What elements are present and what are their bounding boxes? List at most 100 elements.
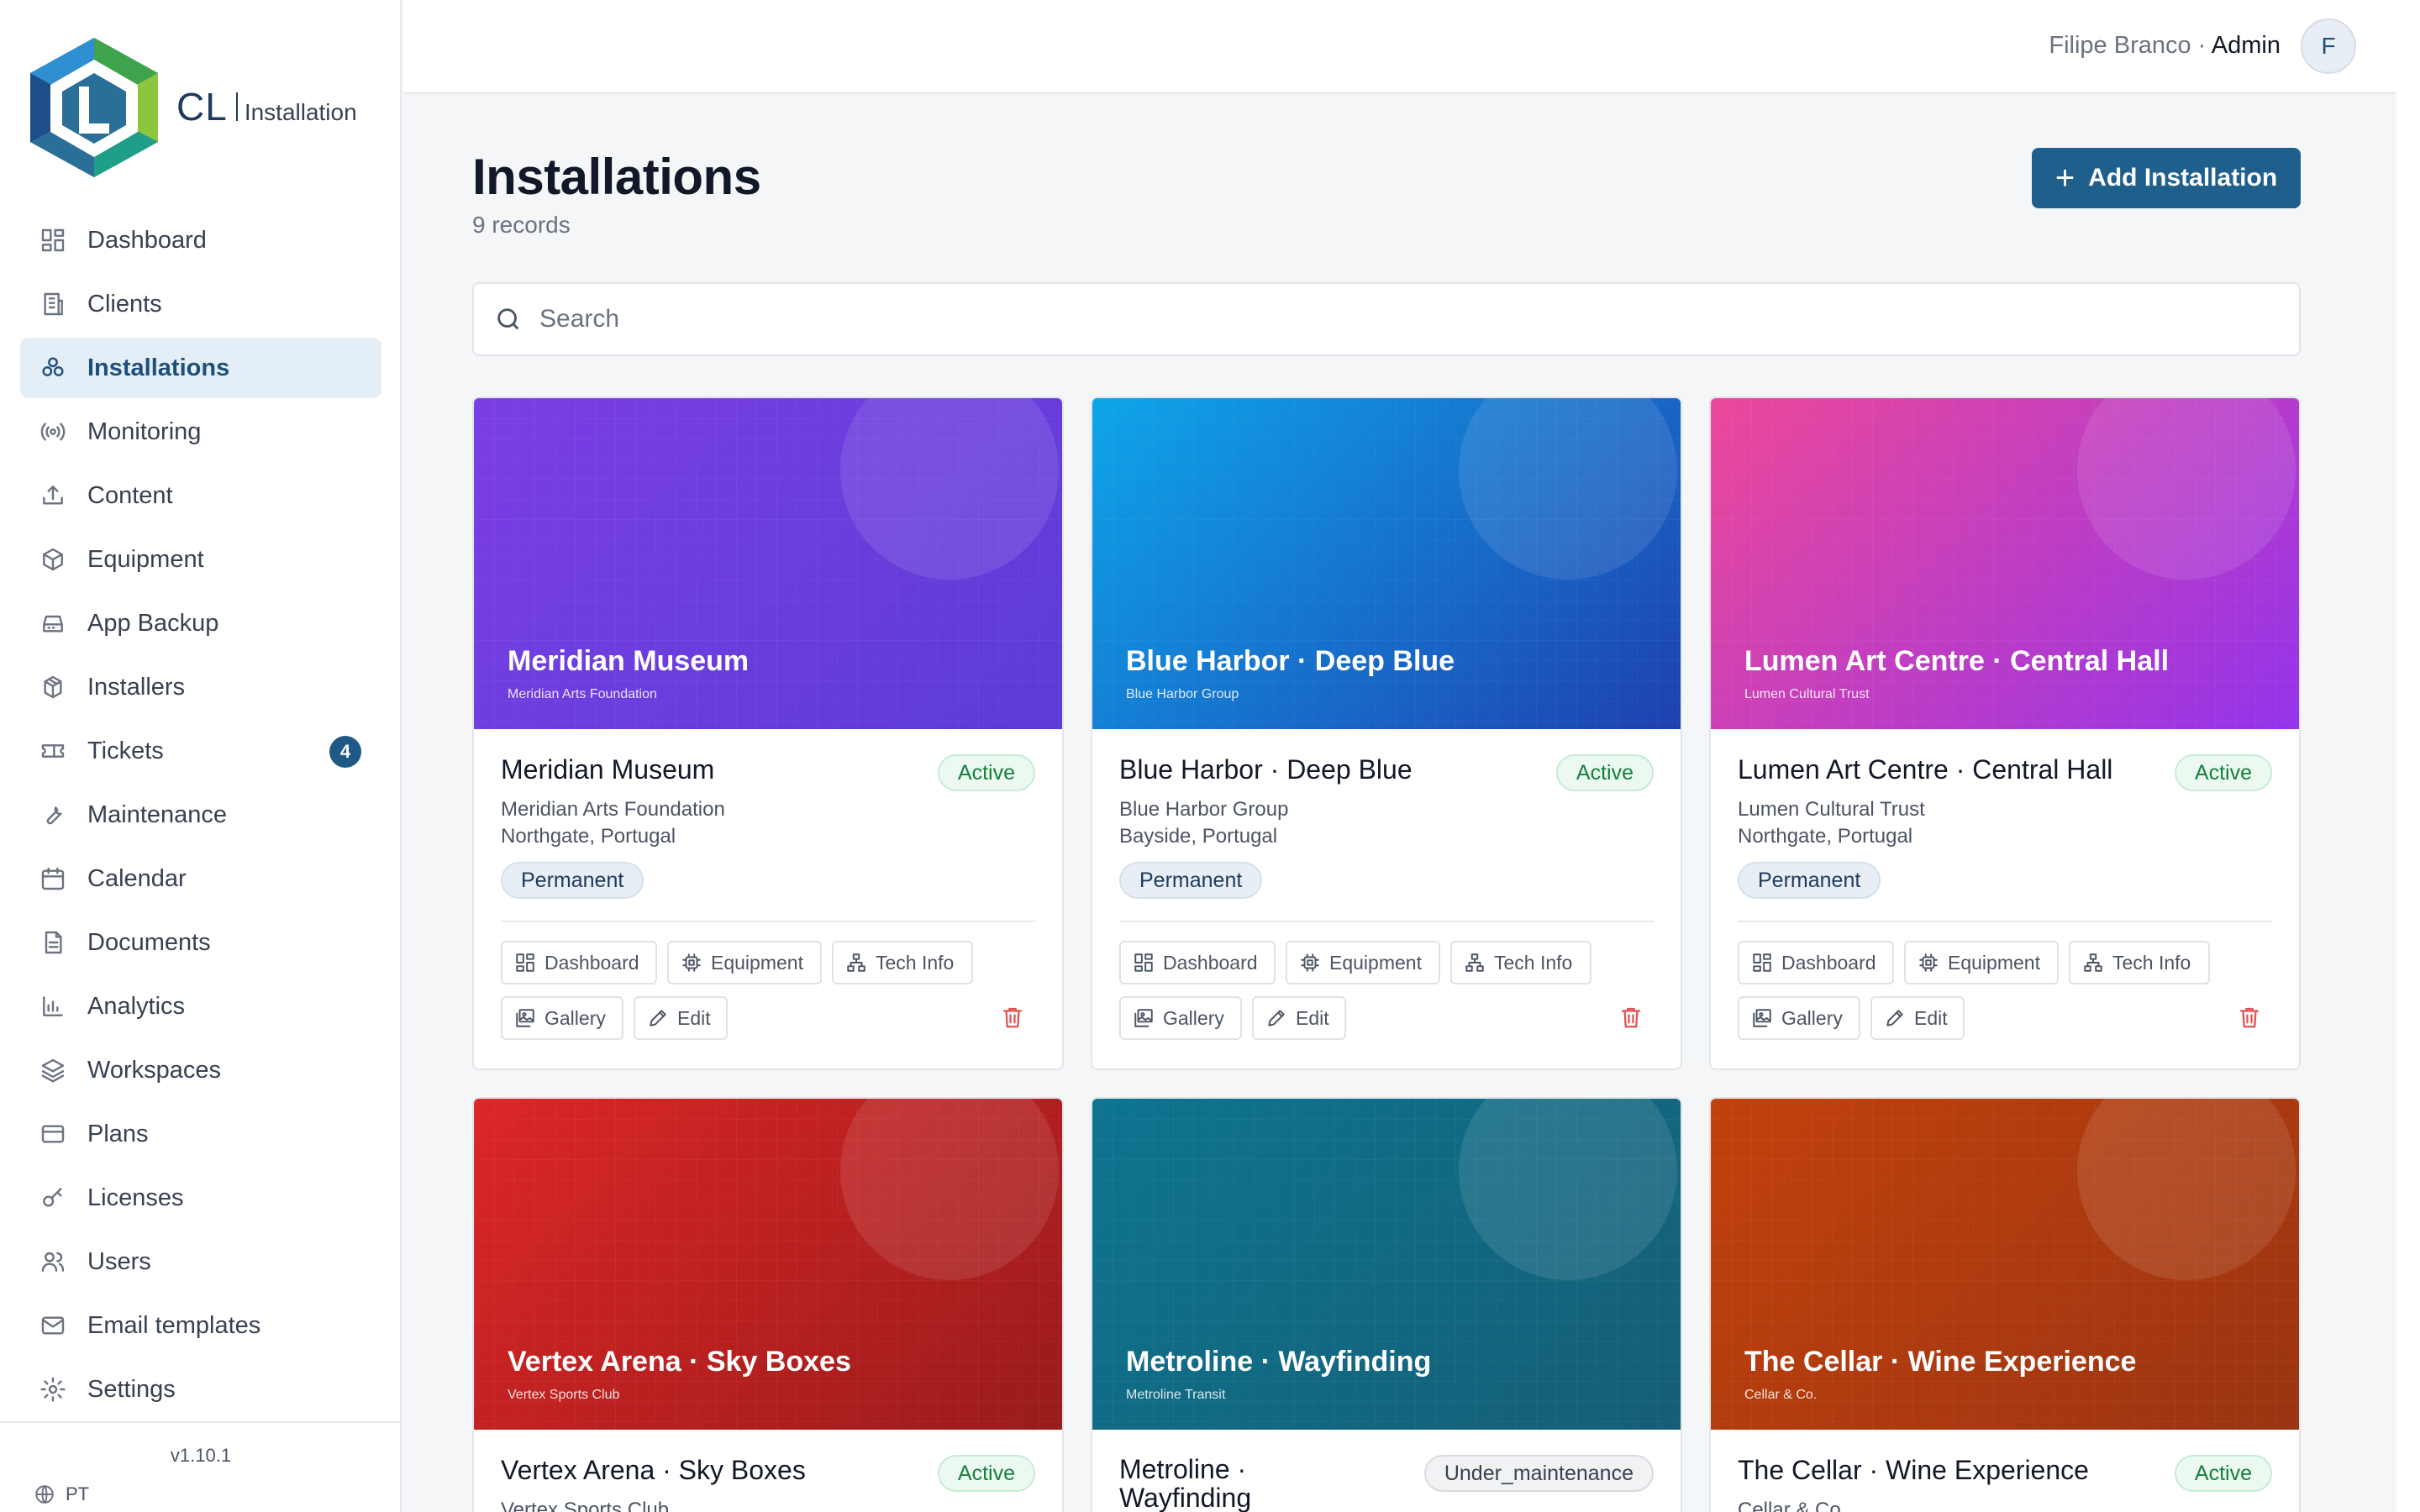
sidebar-item-label: Documents bbox=[87, 928, 211, 956]
sidebar-item-workspaces[interactable]: Workspaces bbox=[20, 1040, 381, 1100]
card-banner[interactable]: Lumen Art Centre · Central Hall Lumen Cul… bbox=[1711, 398, 2299, 729]
document-icon bbox=[39, 928, 67, 957]
sidebar-item-monitoring[interactable]: Monitoring bbox=[20, 402, 381, 462]
action-label: Dashboard bbox=[1163, 951, 1258, 974]
equipment-button[interactable]: Equipment bbox=[1286, 941, 1440, 984]
installation-card[interactable]: Vertex Arena · Sky Boxes Vertex Sports Cl… bbox=[472, 1097, 1064, 1512]
drive-icon bbox=[39, 609, 67, 638]
installation-card[interactable]: The Cellar · Wine Experience Cellar & Co.… bbox=[1709, 1097, 2301, 1512]
status-badge: Under_maintenance bbox=[1423, 1455, 1654, 1492]
card-divider bbox=[1738, 921, 2272, 922]
search-box[interactable] bbox=[472, 282, 2301, 356]
tech-info-button[interactable]: Tech Info bbox=[1450, 941, 1591, 984]
sidebar-item-documents[interactable]: Documents bbox=[20, 912, 381, 973]
card-title[interactable]: The Cellar · Wine Experience bbox=[1738, 1455, 2089, 1486]
sidebar-item-equipment[interactable]: Equipment bbox=[20, 529, 381, 590]
action-label: Dashboard bbox=[1781, 951, 1876, 974]
sidebar-item-label: App Backup bbox=[87, 609, 219, 637]
card-title[interactable]: Blue Harbor · Deep Blue bbox=[1119, 754, 1413, 785]
sidebar-item-installations[interactable]: Installations bbox=[20, 338, 381, 398]
card-banner[interactable]: The Cellar · Wine Experience Cellar & Co. bbox=[1711, 1099, 2299, 1430]
delete-button[interactable] bbox=[1618, 1005, 1644, 1030]
trash-icon bbox=[1002, 1007, 1023, 1028]
action-label: Dashboard bbox=[544, 951, 639, 974]
gear-icon bbox=[39, 1375, 67, 1404]
dashboard-button[interactable]: Dashboard bbox=[501, 941, 657, 984]
tech-info-button[interactable]: Tech Info bbox=[2069, 941, 2210, 984]
banner-title: The Cellar · Wine Experience bbox=[1744, 1346, 2137, 1378]
action-label: Gallery bbox=[544, 1006, 606, 1029]
dashboard-button[interactable]: Dashboard bbox=[1738, 941, 1894, 984]
card-organization: Vertex Sports Club bbox=[501, 1499, 670, 1512]
card-banner[interactable]: Vertex Arena · Sky Boxes Vertex Sports Cl… bbox=[474, 1099, 1062, 1430]
gallery-button[interactable]: Gallery bbox=[1119, 996, 1242, 1040]
card-banner[interactable]: Metroline · Wayfinding Metroline Transit bbox=[1092, 1099, 1681, 1430]
edit-button[interactable]: Edit bbox=[1870, 996, 1965, 1040]
equipment-button[interactable]: Equipment bbox=[667, 941, 822, 984]
installation-type-badge: Permanent bbox=[501, 862, 644, 899]
gallery-button[interactable]: Gallery bbox=[501, 996, 623, 1040]
sidebar-footer-divider bbox=[0, 1421, 402, 1423]
delete-button[interactable] bbox=[2237, 1005, 2262, 1030]
equipment-icon bbox=[1919, 953, 1938, 972]
sidebar-item-installers[interactable]: Installers bbox=[20, 657, 381, 717]
trash-icon bbox=[2239, 1007, 2260, 1028]
card-title[interactable]: Vertex Arena · Sky Boxes bbox=[501, 1455, 806, 1486]
add-installation-button[interactable]: + Add Installation bbox=[2032, 148, 2301, 208]
tech-info-icon bbox=[847, 953, 865, 972]
page-title: Installations bbox=[472, 149, 761, 205]
sidebar-item-licenses[interactable]: Licenses bbox=[20, 1168, 381, 1228]
banner-title: Blue Harbor · Deep Blue bbox=[1126, 645, 1455, 677]
hexagon-logo-icon bbox=[24, 34, 165, 179]
sidebar: CL Installation Dashboard Clients Installa… bbox=[0, 0, 402, 1512]
card-organization: Cellar & Co. bbox=[1738, 1499, 1847, 1512]
status-badge: Active bbox=[937, 754, 1035, 791]
sidebar-item-content[interactable]: Content bbox=[20, 465, 381, 526]
delete-button[interactable] bbox=[1000, 1005, 1025, 1030]
dashboard-button[interactable]: Dashboard bbox=[1119, 941, 1276, 984]
installation-card[interactable]: Metroline · Wayfinding Metroline Transit M… bbox=[1091, 1097, 1682, 1512]
installation-card[interactable]: Blue Harbor · Deep Blue Blue Harbor Group… bbox=[1091, 396, 1682, 1070]
user-info[interactable]: Filipe Branco · Admin bbox=[2049, 32, 2281, 60]
sidebar-item-label: Settings bbox=[87, 1375, 176, 1403]
installation-card[interactable]: Meridian Museum Meridian Arts Foundation M… bbox=[472, 396, 1064, 1070]
card-title[interactable]: Meridian Museum bbox=[501, 754, 714, 785]
sidebar-item-app-backup[interactable]: App Backup bbox=[20, 593, 381, 654]
sidebar-item-email-templates[interactable]: Email templates bbox=[20, 1295, 381, 1356]
edit-button[interactable]: Edit bbox=[1252, 996, 1346, 1040]
sidebar-item-label: Content bbox=[87, 481, 173, 509]
edit-button[interactable]: Edit bbox=[634, 996, 728, 1040]
sidebar-item-clients[interactable]: Clients bbox=[20, 274, 381, 334]
gallery-button[interactable]: Gallery bbox=[1738, 996, 1860, 1040]
sidebar-item-analytics[interactable]: Analytics bbox=[20, 976, 381, 1037]
action-label: Edit bbox=[1914, 1006, 1948, 1029]
edit-icon bbox=[650, 1010, 666, 1026]
sidebar-item-settings[interactable]: Settings bbox=[20, 1359, 381, 1420]
card-title[interactable]: Metroline · Wayfinding bbox=[1119, 1455, 1251, 1512]
ticket-icon bbox=[39, 737, 67, 765]
sidebar-item-label: Analytics bbox=[87, 992, 186, 1020]
radio-icon bbox=[39, 417, 67, 446]
sidebar-item-maintenance[interactable]: Maintenance bbox=[20, 785, 381, 845]
card-banner[interactable]: Blue Harbor · Deep Blue Blue Harbor Group bbox=[1092, 398, 1681, 729]
sidebar-item-calendar[interactable]: Calendar bbox=[20, 848, 381, 909]
key-icon bbox=[39, 1184, 67, 1212]
sidebar-item-label: Email templates bbox=[87, 1311, 261, 1339]
search-input[interactable] bbox=[539, 305, 2220, 333]
tickets-count-badge: 4 bbox=[329, 736, 361, 768]
scrollbar[interactable] bbox=[2396, 0, 2420, 1512]
sidebar-item-users[interactable]: Users bbox=[20, 1231, 381, 1292]
card-banner[interactable]: Meridian Museum Meridian Arts Foundation bbox=[474, 398, 1062, 729]
tech-info-button[interactable]: Tech Info bbox=[832, 941, 973, 984]
language-switcher[interactable]: PT bbox=[34, 1483, 89, 1505]
upload-icon bbox=[39, 481, 67, 510]
sidebar-item-tickets[interactable]: Tickets 4 bbox=[20, 721, 381, 781]
sidebar-item-plans[interactable]: Plans bbox=[20, 1104, 381, 1164]
card-title[interactable]: Lumen Art Centre · Central Hall bbox=[1738, 754, 2112, 785]
brand-logo[interactable]: CL Installation bbox=[24, 32, 357, 181]
equipment-button[interactable]: Equipment bbox=[1904, 941, 2059, 984]
action-label: Equipment bbox=[1329, 951, 1422, 974]
avatar[interactable]: F bbox=[2301, 18, 2356, 74]
sidebar-item-dashboard[interactable]: Dashboard bbox=[20, 210, 381, 270]
installation-card[interactable]: Lumen Art Centre · Central Hall Lumen Cul… bbox=[1709, 396, 2301, 1070]
